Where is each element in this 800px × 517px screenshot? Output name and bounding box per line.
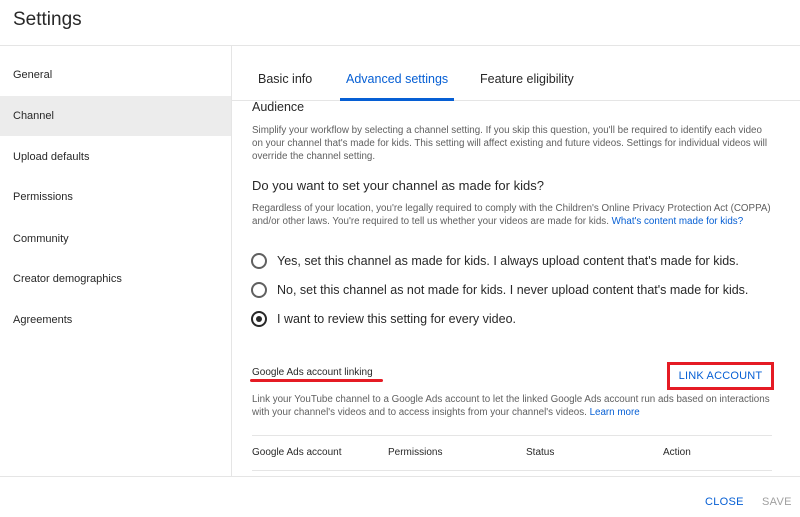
close-button[interactable]: CLOSE bbox=[705, 496, 744, 508]
dialog-footer: CLOSE SAVE bbox=[0, 476, 800, 517]
table-header-status: Status bbox=[526, 447, 555, 458]
radio-button-icon[interactable] bbox=[251, 282, 267, 298]
google-ads-description-text: Link your YouTube channel to a Google Ad… bbox=[252, 394, 770, 419]
learn-more-link[interactable]: Learn more bbox=[590, 407, 640, 418]
audience-section-title: Audience bbox=[252, 101, 305, 114]
table-divider bbox=[252, 435, 772, 436]
table-divider bbox=[252, 470, 772, 471]
radio-option-made-for-kids[interactable]: Yes, set this channel as made for kids. … bbox=[251, 251, 739, 271]
audience-description: Simplify your workflow by selecting a ch… bbox=[252, 125, 768, 163]
made-for-kids-help-link[interactable]: What's content made for kids? bbox=[612, 216, 743, 227]
radio-option-not-made-for-kids[interactable]: No, set this channel as not made for kid… bbox=[251, 280, 748, 300]
settings-sidebar: General Channel Upload defaults Permissi… bbox=[0, 46, 232, 476]
radio-label: No, set this channel as not made for kid… bbox=[277, 283, 749, 297]
link-account-button[interactable]: LINK ACCOUNT bbox=[667, 362, 774, 390]
sidebar-item-agreements[interactable]: Agreements bbox=[0, 300, 231, 340]
made-for-kids-question: Do you want to set your channel as made … bbox=[252, 178, 544, 193]
table-header-action: Action bbox=[663, 447, 691, 458]
table-header-google-ads-account: Google Ads account bbox=[252, 447, 342, 458]
save-button[interactable]: SAVE bbox=[762, 496, 792, 508]
sidebar-item-upload-defaults[interactable]: Upload defaults bbox=[0, 137, 231, 177]
radio-option-review-every-video[interactable]: I want to review this setting for every … bbox=[251, 309, 516, 329]
google-ads-description: Link your YouTube channel to a Google Ad… bbox=[252, 393, 774, 419]
sidebar-item-community[interactable]: Community bbox=[0, 219, 231, 259]
radio-label: I want to review this setting for every … bbox=[277, 312, 516, 326]
sidebar-item-permissions[interactable]: Permissions bbox=[0, 177, 231, 217]
tab-bar: Basic info Advanced settings Feature eli… bbox=[232, 46, 800, 101]
tab-basic-info[interactable]: Basic info bbox=[258, 72, 312, 86]
radio-button-icon[interactable] bbox=[251, 253, 267, 269]
highlight-underline bbox=[250, 379, 383, 382]
radio-button-checked-icon[interactable] bbox=[251, 311, 267, 327]
google-ads-linking-heading: Google Ads account linking bbox=[252, 367, 373, 378]
tab-advanced-settings[interactable]: Advanced settings bbox=[346, 72, 448, 86]
sidebar-item-channel[interactable]: Channel bbox=[0, 96, 231, 136]
tab-feature-eligibility[interactable]: Feature eligibility bbox=[480, 72, 574, 86]
dialog-title: Settings bbox=[13, 9, 82, 30]
settings-content[interactable]: Audience Simplify your workflow by selec… bbox=[232, 101, 800, 476]
sidebar-item-general[interactable]: General bbox=[0, 55, 231, 95]
coppa-description: Regardless of your location, you're lega… bbox=[252, 202, 774, 228]
sidebar-item-creator-demographics[interactable]: Creator demographics bbox=[0, 259, 231, 299]
radio-label: Yes, set this channel as made for kids. … bbox=[277, 254, 739, 268]
table-header-permissions: Permissions bbox=[388, 447, 443, 458]
dialog-header: Settings bbox=[0, 0, 800, 46]
